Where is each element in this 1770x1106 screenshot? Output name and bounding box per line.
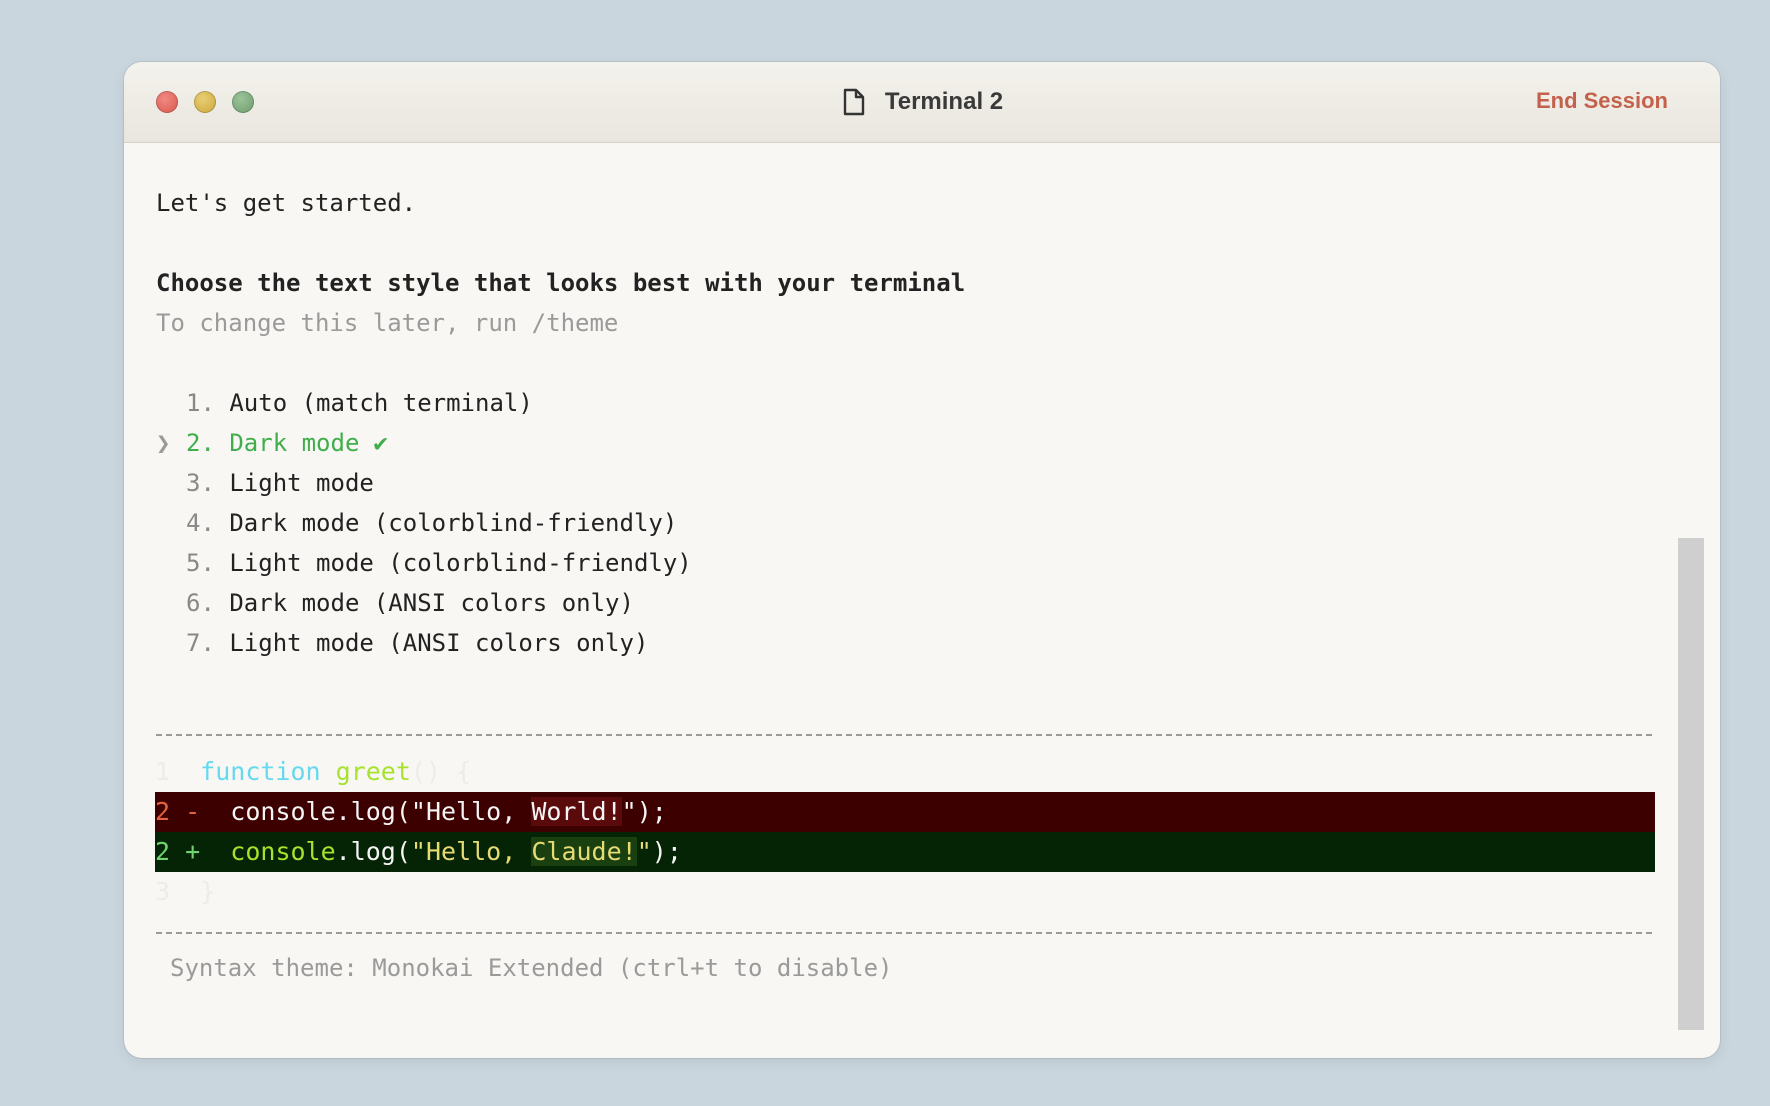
terminal-window: Terminal 2 End Session Let's get started… [124, 62, 1720, 1058]
theme-option-1[interactable]: 1. Auto (match terminal) [156, 388, 533, 418]
option-number: 5. [186, 549, 215, 577]
theme-heading: Choose the text style that looks best wi… [156, 269, 966, 297]
code-post: ); [651, 837, 682, 866]
option-number: 7. [186, 629, 215, 657]
theme-option-6[interactable]: 6. Dark mode (ANSI colors only) [156, 588, 634, 618]
option-label: Light mode (ANSI colors only) [229, 629, 649, 657]
option-label: Dark mode (colorblind-friendly) [229, 509, 678, 537]
theme-option-7[interactable]: 7. Light mode (ANSI colors only) [156, 628, 648, 658]
intro-text: Let's get started. [156, 189, 417, 217]
line-number: 3 [155, 877, 171, 906]
option-number: 2. [186, 429, 215, 457]
preview-divider-bottom [156, 932, 1652, 934]
option-number: 3. [186, 469, 215, 497]
method-token: .log( [335, 837, 411, 866]
end-session-button[interactable]: End Session [1536, 88, 1668, 114]
code-rest: } [200, 877, 216, 906]
document-icon [843, 88, 865, 116]
checkmark-icon: ✔ [373, 429, 388, 457]
diff-line-1: 1 function greet() { [155, 752, 1655, 792]
scrollbar[interactable] [1678, 538, 1704, 1030]
window-title: Terminal 2 [884, 88, 1004, 115]
option-label: Light mode [229, 469, 374, 497]
theme-hint: To change this later, run /theme [156, 309, 619, 337]
object-token: console [200, 837, 336, 866]
option-label: Light mode (colorblind-friendly) [229, 549, 692, 577]
option-label: Dark mode (ANSI colors only) [229, 589, 634, 617]
code-pre: console.log("Hello, [200, 797, 532, 826]
diff-line-removed: 2 - console.log("Hello, World!"); [155, 792, 1655, 832]
theme-option-3[interactable]: 3. Light mode [156, 468, 374, 498]
added-sign: + [185, 837, 201, 866]
keyword-token: function [200, 757, 321, 786]
option-number: 1. [186, 389, 215, 417]
syntax-theme-status: Syntax theme: Monokai Extended (ctrl+t t… [170, 954, 893, 982]
theme-option-2[interactable]: ❯ 2. Dark mode ✔ [156, 428, 388, 458]
preview-divider-top [156, 734, 1652, 736]
diff-line-3: 3 } [155, 872, 1655, 912]
title-bar: Terminal 2 End Session [124, 62, 1720, 143]
function-name-token: greet [335, 757, 411, 786]
string-end-token: " [636, 837, 652, 866]
selection-cursor-icon: ❯ [156, 429, 171, 457]
string-token: "Hello, [410, 837, 532, 866]
changed-token: World! [531, 797, 622, 826]
option-label: Dark mode [229, 429, 360, 457]
line-number: 2 [155, 837, 171, 866]
line-number: 2 [155, 797, 171, 826]
diff-line-added: 2 + console.log("Hello, Claude!"); [155, 832, 1655, 872]
removed-sign: - [185, 797, 201, 826]
code-post: "); [621, 797, 667, 826]
title-group: Terminal 2 [124, 62, 1720, 142]
option-number: 4. [186, 509, 215, 537]
code-rest: () { [410, 757, 472, 786]
option-label: Auto (match terminal) [229, 389, 533, 417]
changed-token: Claude! [531, 837, 637, 866]
theme-option-5[interactable]: 5. Light mode (colorblind-friendly) [156, 548, 692, 578]
line-number: 1 [155, 757, 171, 786]
theme-option-4[interactable]: 4. Dark mode (colorblind-friendly) [156, 508, 677, 538]
option-number: 6. [186, 589, 215, 617]
